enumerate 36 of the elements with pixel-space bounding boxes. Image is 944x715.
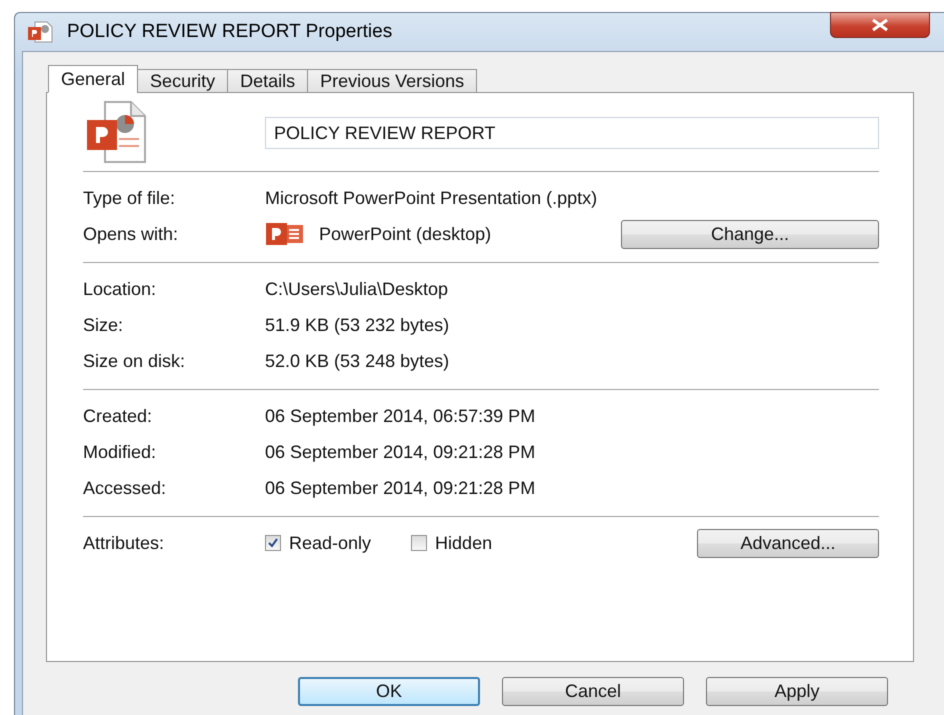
field-label: Size on disk:: [83, 350, 186, 372]
field-label: Attributes:: [83, 532, 166, 554]
field-label: Location:: [83, 278, 158, 300]
field-label: Modified:: [83, 442, 158, 462]
field-value: 06 September 2014, 06:57:39 PM: [265, 406, 536, 426]
dialog-button[interactable]: Cancel: [502, 677, 684, 706]
field-label: Created:: [83, 406, 154, 426]
field-label: Opens with:: [83, 224, 180, 244]
window-title: POLICY REVIEW REPORT Properties: [67, 21, 394, 43]
close-icon: [869, 18, 891, 32]
field-label: Size:: [83, 314, 124, 336]
field-value: 51.9 KB (53 232 bytes): [265, 314, 450, 336]
close-button[interactable]: [830, 12, 930, 38]
file-name-field[interactable]: POLICY REVIEW REPORT: [265, 117, 879, 149]
checkbox[interactable]: [265, 535, 281, 551]
field-value: PowerPoint (desktop): [319, 224, 492, 244]
tab[interactable]: Previous Versions: [307, 69, 478, 93]
dialog-button[interactable]: OK: [298, 677, 480, 706]
checkbox-label: Read-only: [289, 532, 372, 554]
checkbox[interactable]: [411, 535, 428, 551]
tab[interactable]: Details: [227, 69, 308, 93]
field-value: C:\Users\Julia\Desktop: [265, 278, 448, 300]
tab[interactable]: General: [48, 65, 138, 93]
presentation-app-icon: [265, 223, 305, 245]
field-value: 06 September 2014, 09:21:28 PM: [265, 442, 536, 462]
change-button[interactable]: Change...: [621, 220, 879, 248]
field-value: Microsoft PowerPoint Presentation (.pptx): [265, 188, 598, 208]
field-label: Accessed:: [83, 478, 168, 498]
advanced-button[interactable]: Advanced...: [697, 528, 879, 558]
field-value: 52.0 KB (53 248 bytes): [265, 350, 450, 372]
checkbox-label: Hidden: [435, 532, 492, 554]
field-value: 06 September 2014, 09:21:28 PM: [265, 478, 536, 498]
dialog-button[interactable]: Apply: [706, 677, 888, 706]
presentation-file-icon: [27, 21, 53, 43]
field-label: Type of file:: [83, 188, 176, 208]
tab[interactable]: Security: [137, 69, 228, 93]
